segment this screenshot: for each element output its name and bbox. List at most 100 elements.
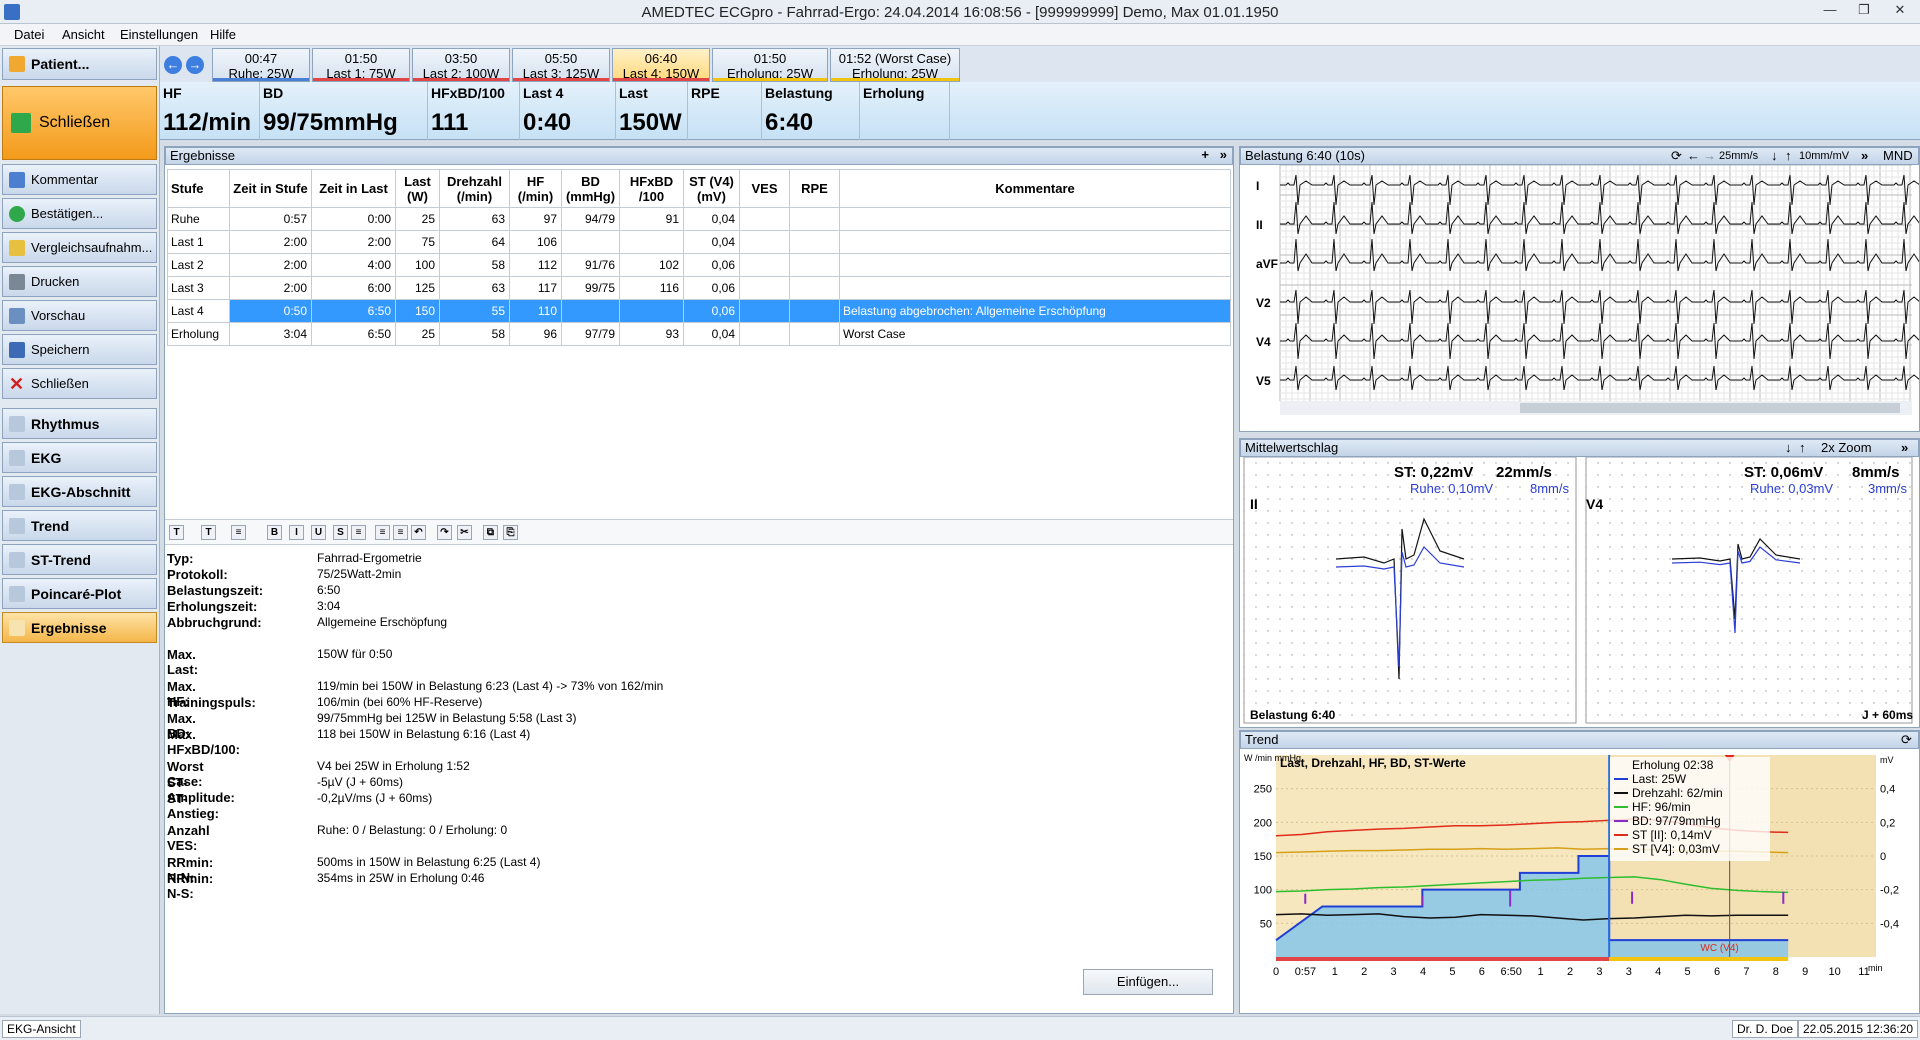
col-ves[interactable]: VES (739, 169, 790, 208)
view-poincare[interactable]: Poincaré-Plot (2, 578, 157, 609)
tab-last3[interactable]: 05:50 Last 3: 125W (512, 48, 610, 82)
table-row[interactable]: Erholung 3:04 6:50 25 58 96 97/79 93 0,04 Worst C… (167, 322, 1231, 346)
grid-dot (1693, 678, 1695, 680)
insert-button[interactable]: Einfügen... (1083, 969, 1213, 995)
grid-dot (1753, 606, 1755, 608)
table-row[interactable]: Last 2 2:00 4:00 100 58 112 91/76 102 0,06 (167, 253, 1231, 277)
col-kommentare[interactable]: Kommentare (839, 169, 1231, 208)
gain-label[interactable]: 10mm/mV (1799, 148, 1849, 164)
patient-button[interactable]: Patient... (2, 48, 157, 80)
menu-hilfe[interactable]: Hilfe (210, 27, 236, 42)
expand-icon[interactable]: » (1901, 440, 1908, 456)
table-row[interactable]: Last 4 0:50 6:50 150 55 110 0,06 Belastung abge… (167, 299, 1231, 323)
right-arrow-icon[interactable]: → (1703, 148, 1716, 164)
left-arrow-icon[interactable]: ← (1687, 148, 1700, 164)
refresh-icon[interactable]: ⟳ (1901, 732, 1912, 748)
vergleich-button[interactable]: Vergleichsaufnahm... (2, 232, 157, 263)
format-button[interactable]: T (169, 525, 184, 540)
close-big-button[interactable]: Schließen (2, 86, 157, 160)
format-button[interactable]: ⧉ (483, 525, 498, 540)
format-button[interactable]: ↷ (437, 525, 452, 540)
grid-dot (1645, 630, 1647, 632)
speichern-button[interactable]: Speichern (2, 334, 157, 365)
grid-dot (1459, 654, 1461, 656)
view-ekg-abschnitt[interactable]: EKG-Abschnitt (2, 476, 157, 507)
table-row[interactable]: Ruhe 0:57 0:00 25 63 97 94/79 91 0,04 (167, 207, 1231, 231)
grid-dot (1645, 666, 1647, 668)
col-bd[interactable]: BD (mmHg) (561, 169, 620, 208)
col-rpe[interactable]: RPE (789, 169, 840, 208)
format-button[interactable]: I (289, 525, 304, 540)
tab-erholung[interactable]: 01:50 Erholung: 25W (712, 48, 828, 82)
forward-arrow-icon[interactable]: → (186, 56, 204, 74)
kommentar-button[interactable]: Kommentar (2, 164, 157, 195)
back-arrow-icon[interactable]: ← (164, 56, 182, 74)
view-ekg[interactable]: EKG (2, 442, 157, 473)
tab-ruhe[interactable]: 00:47 Ruhe: 25W (212, 48, 310, 82)
grid-dot (1531, 558, 1533, 560)
vorschau-button[interactable]: Vorschau (2, 300, 157, 331)
tab-last1[interactable]: 01:50 Last 1: 75W (312, 48, 410, 82)
grid-dot (1519, 654, 1521, 656)
col-last[interactable]: Last (W) (395, 169, 440, 208)
grid-dot (1351, 474, 1353, 476)
expand-icon[interactable]: » (1220, 147, 1227, 163)
format-button[interactable]: T (201, 525, 216, 540)
close-window-button[interactable]: ✕ (1886, 2, 1914, 20)
format-button[interactable]: ⎘ (503, 525, 518, 540)
col-zeit-last[interactable]: Zeit in Last (311, 169, 396, 208)
format-button[interactable]: ✂ (457, 525, 472, 540)
menu-einstellungen[interactable]: Einstellungen (120, 27, 198, 42)
grid-dot (1555, 570, 1557, 572)
table-row[interactable]: Last 1 2:00 2:00 75 64 106 0,04 (167, 230, 1231, 254)
view-ergebnisse[interactable]: Ergebnisse (2, 612, 157, 643)
format-button[interactable]: ≡ (231, 525, 246, 540)
view-st-trend[interactable]: ST-Trend (2, 544, 157, 575)
add-icon[interactable]: + (1201, 147, 1209, 163)
col-st[interactable]: ST (V4) (mV) (683, 169, 740, 208)
format-button[interactable]: ≡ (351, 525, 366, 540)
bestaetigen-button[interactable]: Bestätigen... (2, 198, 157, 229)
tab-last2[interactable]: 03:50 Last 2: 100W (412, 48, 510, 82)
restore-button[interactable]: ❐ (1850, 2, 1878, 20)
menu-datei[interactable]: Datei (14, 27, 44, 42)
col-hf[interactable]: HF (/min) (509, 169, 562, 208)
ecg-scroll-thumb[interactable] (1520, 403, 1900, 413)
col-zeit-stufe[interactable]: Zeit in Stufe (229, 169, 312, 208)
view-trend[interactable]: Trend (2, 510, 157, 541)
grid-dot (1459, 558, 1461, 560)
format-button[interactable]: ↶ (411, 525, 426, 540)
col-hfxbd[interactable]: HFxBD /100 (619, 169, 684, 208)
grid-dot (1519, 630, 1521, 632)
grid-dot (1741, 714, 1743, 716)
mode-label[interactable]: MND (1883, 148, 1913, 164)
grid-dot (1873, 522, 1875, 524)
grid-dot (1519, 486, 1521, 488)
schliessen-button[interactable]: ✕ Schließen (2, 368, 157, 399)
speed-label[interactable]: 25mm/s (1719, 148, 1758, 164)
format-button[interactable]: ≡ (375, 525, 390, 540)
format-button[interactable]: B (267, 525, 282, 540)
tab-last4[interactable]: 06:40 Last 4: 150W (612, 48, 710, 82)
zoom-label[interactable]: 2x Zoom (1821, 440, 1872, 456)
col-drehzahl[interactable]: Drehzahl (/min) (439, 169, 510, 208)
format-button[interactable]: ≡ (393, 525, 408, 540)
refresh-icon[interactable]: ⟳ (1671, 148, 1682, 164)
format-button[interactable]: S (333, 525, 348, 540)
minimize-button[interactable]: — (1816, 2, 1844, 20)
menu-ansicht[interactable]: Ansicht (62, 27, 105, 42)
tab-worst-case[interactable]: 01:52 (Worst Case) Erholung: 25W (830, 48, 960, 82)
grid-dot (1741, 618, 1743, 620)
grid-dot (1777, 570, 1779, 572)
view-rhythmus[interactable]: Rhythmus (2, 408, 157, 439)
up-arrow-icon[interactable]: ↑ (1799, 440, 1806, 456)
expand-icon[interactable]: » (1861, 148, 1868, 164)
down-arrow-icon[interactable]: ↓ (1771, 148, 1778, 164)
format-button[interactable]: U (311, 525, 326, 540)
up-arrow-icon[interactable]: ↑ (1785, 148, 1792, 164)
table-row[interactable]: Last 3 2:00 6:00 125 63 117 99/75 116 0,06 (167, 276, 1231, 300)
col-stufe[interactable]: Stufe (167, 169, 230, 208)
grid-dot (1483, 678, 1485, 680)
down-arrow-icon[interactable]: ↓ (1785, 440, 1792, 456)
drucken-button[interactable]: Drucken (2, 266, 157, 297)
